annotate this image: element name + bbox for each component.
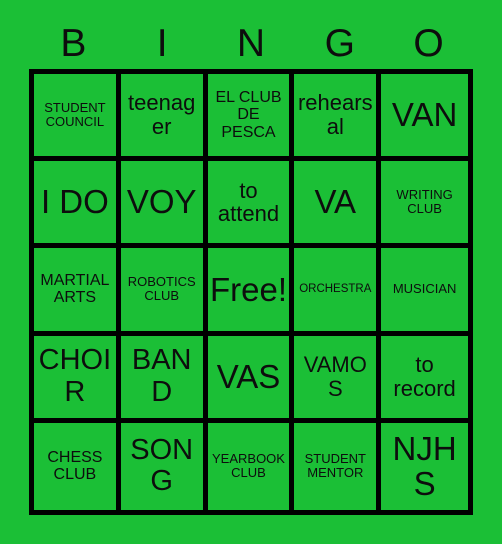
bingo-cell-label: VA [314,183,357,221]
bingo-header-letter-i: I [156,21,168,65]
bingo-header-row: B I N G O [29,18,473,68]
bingo-cell-label: teenager [128,90,196,140]
bingo-cell[interactable]: VAN [381,74,468,162]
bingo-card: B I N G O STUDENT COUNCIL teenager EL CL… [0,0,502,544]
bingo-cell-label: VAMOS [303,351,367,401]
bingo-cell-label: VOY [126,183,197,221]
bingo-cell-label: VAN [391,96,458,134]
bingo-header-letter-b: B [60,21,87,65]
bingo-cell[interactable]: STUDENT MENTOR [294,422,382,510]
bingo-cell[interactable]: NJHS [381,422,468,510]
bingo-cell-label: I DO [40,183,109,221]
bingo-cell-label: WRITING CLUB [396,187,453,217]
bingo-cell-label: ORCHESTRA [299,283,372,296]
bingo-cell[interactable]: YEARBOOK CLUB [207,422,295,510]
bingo-cell-label: STUDENT MENTOR [304,451,366,481]
bingo-cell-label: SONG [130,434,194,498]
bingo-header-letter-g: G [324,21,355,65]
bingo-cell[interactable]: I DO [34,161,121,249]
bingo-cell[interactable]: CHOIR [34,335,121,423]
bingo-cell[interactable]: teenager [120,74,208,162]
bingo-cell[interactable]: WRITING CLUB [381,161,468,249]
bingo-cell[interactable]: STUDENT COUNCIL [34,74,121,162]
bingo-cell-label: to record [393,351,456,401]
bingo-free-cell[interactable]: Free! [207,248,295,336]
bingo-cell[interactable]: VAS [207,335,295,423]
bingo-cell-label: VAS [216,357,281,395]
bingo-cell-label: MUSICIAN [392,281,457,297]
bingo-cell-label: ROBOTICS CLUB [127,274,196,304]
bingo-cell[interactable]: MARTIAL ARTS [34,248,121,336]
bingo-cell[interactable]: rehearsal [294,74,382,162]
bingo-cell[interactable]: MUSICIAN [381,248,468,336]
bingo-cell-label: to attend [217,177,280,227]
bingo-cell[interactable]: BAND [120,335,208,423]
bingo-cell-label: CHESS CLUB [47,449,103,484]
bingo-cell-label: BAND [131,344,192,408]
bingo-header-letter-n: N [236,21,266,65]
bingo-cell-label: MARTIAL ARTS [40,272,110,307]
bingo-cell-label: rehearsal [297,90,373,140]
bingo-cell[interactable]: ROBOTICS CLUB [120,248,208,336]
bingo-header-letter-o: O [413,21,444,65]
bingo-cell-label: NJHS [392,429,457,503]
bingo-cell[interactable]: SONG [120,422,208,510]
bingo-grid: STUDENT COUNCIL teenager EL CLUB DE PESC… [29,69,473,515]
bingo-cell[interactable]: VAMOS [294,335,382,423]
bingo-cell[interactable]: VOY [120,161,208,249]
bingo-cell-label: YEARBOOK CLUB [212,451,285,481]
bingo-cell-label: EL CLUB DE PESCA [215,89,282,141]
bingo-cell[interactable]: to attend [207,161,295,249]
bingo-cell-label: CHOIR [38,344,112,408]
bingo-cell-label: STUDENT COUNCIL [44,100,106,130]
bingo-cell[interactable]: VA [294,161,382,249]
bingo-cell[interactable]: to record [381,335,468,423]
bingo-cell[interactable]: ORCHESTRA [294,248,382,336]
bingo-cell-label: Free! [209,270,287,308]
bingo-cell[interactable]: CHESS CLUB [34,422,121,510]
bingo-cell[interactable]: EL CLUB DE PESCA [207,74,295,162]
